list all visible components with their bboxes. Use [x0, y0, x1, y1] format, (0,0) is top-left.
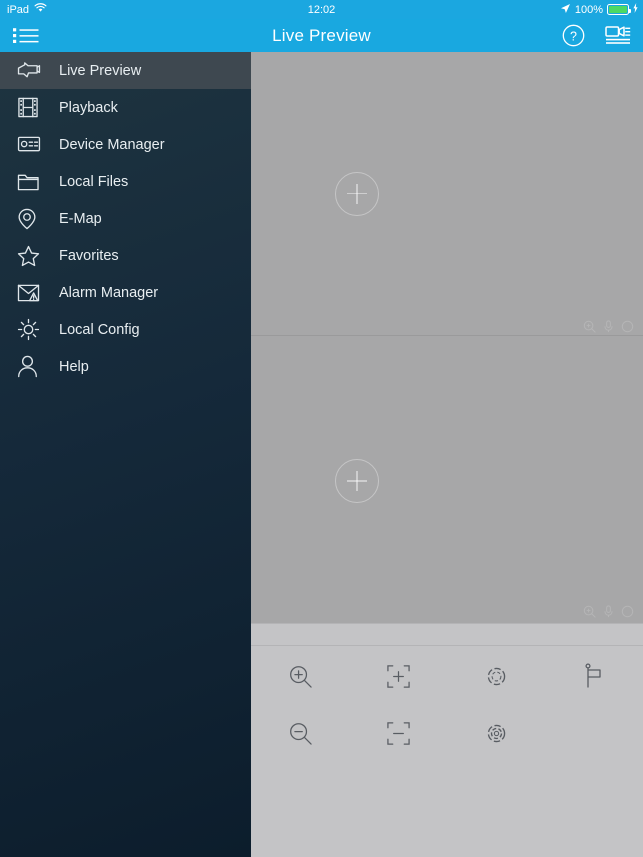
sidebar-item-label: Favorites: [59, 247, 119, 264]
device-box-icon: [17, 135, 53, 154]
status-bar: iPad 12:02 100%: [0, 0, 643, 19]
sidebar-item-label: Local Files: [59, 173, 129, 190]
sidebar-item-device-manager[interactable]: Device Manager: [0, 126, 251, 163]
sidebar-item-label: E-Map: [59, 210, 102, 227]
ptz-empty-cell: [545, 716, 643, 750]
ptz-iris-open-button[interactable]: [447, 659, 545, 693]
status-bar-right: 100%: [560, 3, 638, 17]
sidebar-item-help[interactable]: Help: [0, 348, 251, 385]
battery-percent-label: 100%: [574, 3, 603, 16]
camera-icon: [17, 61, 53, 81]
status-bar-time: 12:02: [307, 3, 336, 16]
sidebar-item-live-preview[interactable]: Live Preview: [0, 52, 251, 89]
record-circle-icon[interactable]: [621, 320, 634, 333]
navigation-bar-actions: ?: [562, 24, 631, 47]
app-root: iPad 12:02 100% Live Preview ? Live Prev…: [0, 0, 643, 857]
ptz-zoom-out-button[interactable]: [251, 716, 349, 750]
svg-text:?: ?: [570, 29, 577, 43]
sidebar-item-alarm-manager[interactable]: Alarm Manager: [0, 274, 251, 311]
gear-icon: [17, 318, 53, 341]
ptz-focus-far-button[interactable]: [349, 716, 447, 750]
help-circle-icon[interactable]: ?: [562, 24, 585, 47]
record-circle-icon[interactable]: [621, 605, 634, 618]
ptz-focus-near-button[interactable]: [349, 659, 447, 693]
alarm-envelope-icon: [17, 283, 53, 303]
sidebar-item-label: Help: [59, 358, 89, 375]
ptz-zoom-in-button[interactable]: [251, 659, 349, 693]
charging-bolt-icon: [633, 3, 638, 16]
microphone-icon[interactable]: [603, 319, 614, 333]
camera-list-icon[interactable]: [605, 25, 631, 47]
ptz-preset-button[interactable]: [545, 659, 643, 693]
sidebar-item-label: Playback: [59, 99, 118, 116]
film-strip-icon: [17, 97, 53, 118]
sidebar-item-local-config[interactable]: Local Config: [0, 311, 251, 348]
sidebar-item-favorites[interactable]: Favorites: [0, 237, 251, 274]
sidebar-item-e-map[interactable]: E-Map: [0, 200, 251, 237]
sidebar-item-label: Alarm Manager: [59, 284, 159, 301]
battery-full-icon: [607, 4, 631, 15]
folder-icon: [17, 172, 53, 192]
page-title: Live Preview: [272, 25, 371, 45]
sidebar-item-label: Local Config: [59, 321, 140, 338]
digital-zoom-icon[interactable]: [583, 320, 596, 333]
sidebar-item-label: Device Manager: [59, 136, 165, 153]
digital-zoom-icon[interactable]: [583, 605, 596, 618]
sidebar-item-label: Live Preview: [59, 62, 142, 79]
star-icon: [17, 245, 53, 267]
sidebar-menu: Live Preview Playback Device Manager Loc…: [0, 52, 251, 857]
map-pin-icon: [17, 208, 53, 230]
ptz-button-grid: [251, 659, 643, 750]
navigation-bar: Live Preview ?: [0, 19, 643, 52]
location-arrow-icon: [560, 3, 571, 17]
person-icon: [17, 355, 53, 378]
sidebar-item-playback[interactable]: Playback: [0, 89, 251, 126]
ptz-iris-close-button[interactable]: [447, 716, 545, 750]
microphone-icon[interactable]: [603, 604, 614, 618]
sidebar-item-local-files[interactable]: Local Files: [0, 163, 251, 200]
